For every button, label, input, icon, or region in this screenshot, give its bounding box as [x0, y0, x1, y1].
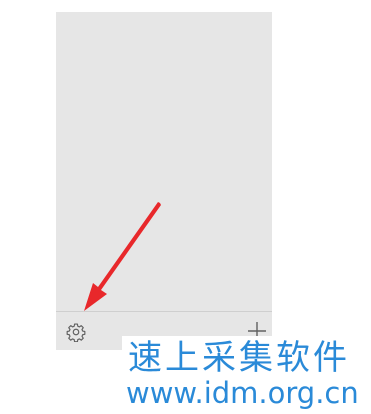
sidebar-panel — [56, 12, 272, 350]
settings-button[interactable] — [64, 320, 88, 344]
watermark: 速上采集软件 www.idm.org.cn — [122, 336, 371, 414]
watermark-brand: 速上采集软件 — [128, 338, 350, 378]
screenshot-stage: 速上采集软件 www.idm.org.cn — [0, 0, 371, 414]
gear-icon — [66, 323, 86, 342]
sidebar-content-area — [56, 12, 272, 312]
watermark-url: www.idm.org.cn — [126, 376, 359, 410]
